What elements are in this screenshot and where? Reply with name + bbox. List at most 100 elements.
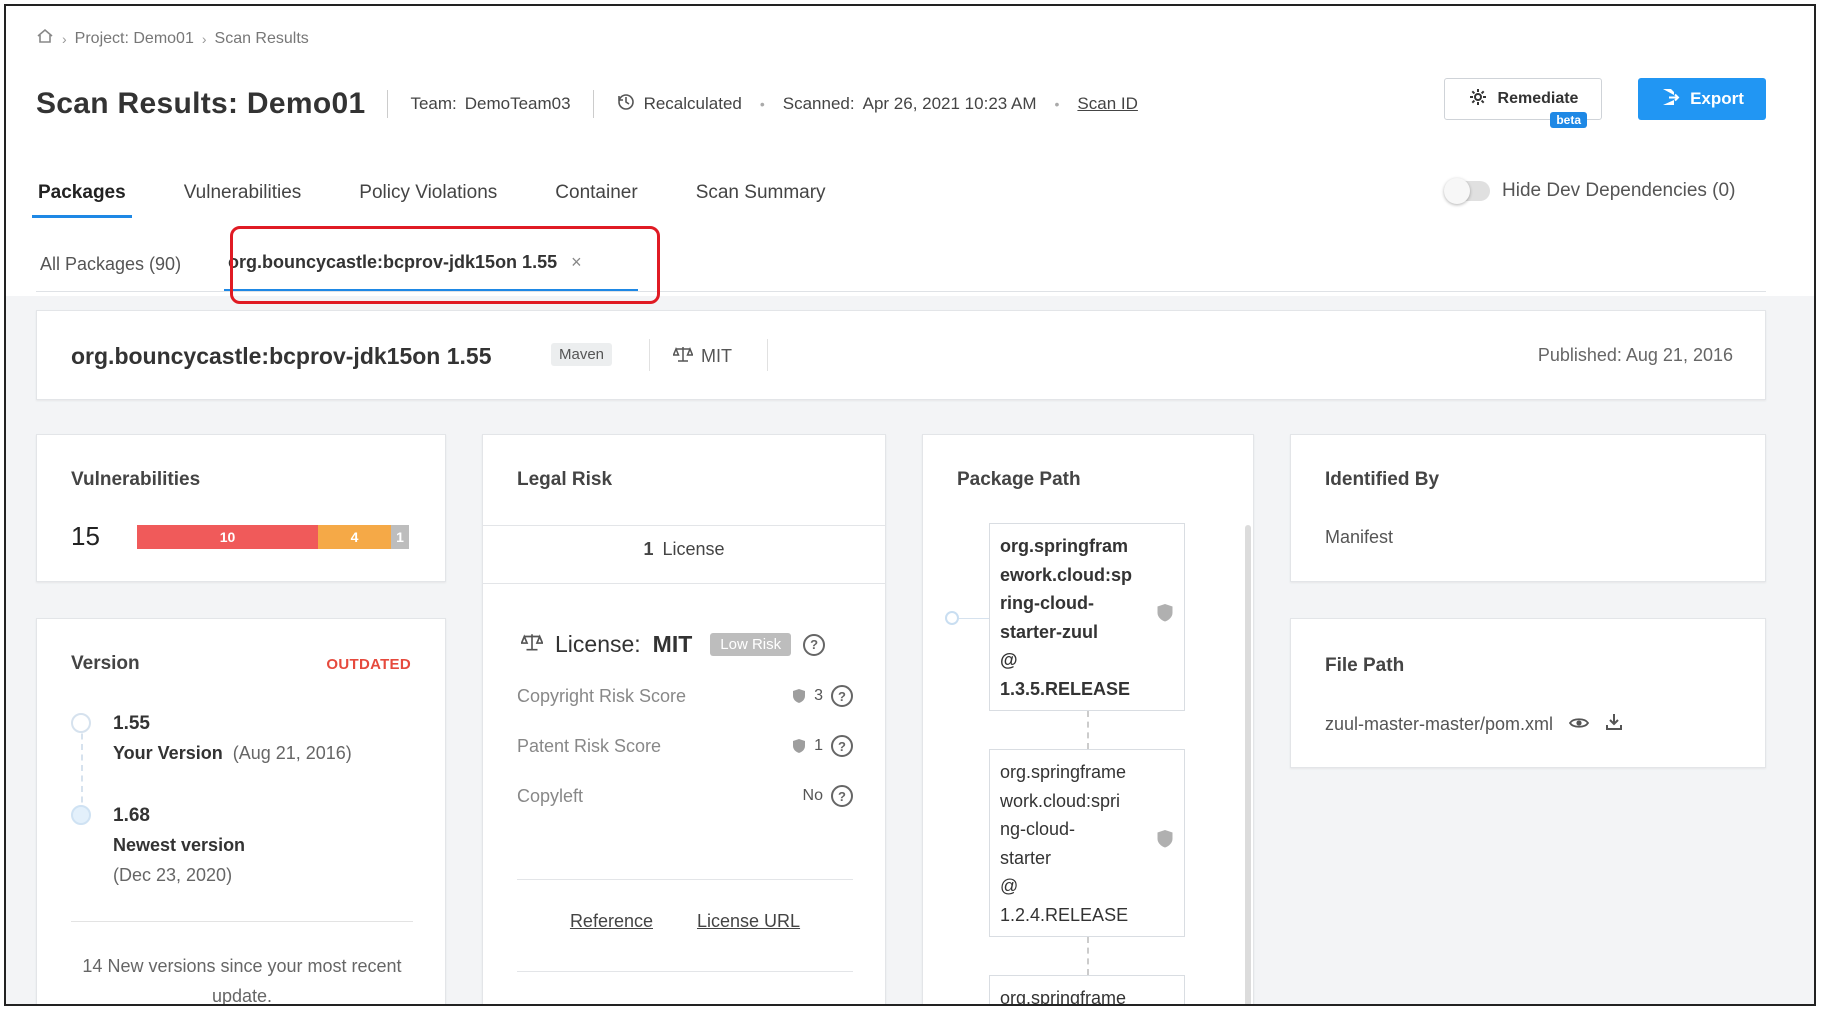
shield-icon bbox=[793, 739, 806, 753]
license-heading: License: MIT Low Risk ? bbox=[520, 631, 826, 658]
eye-icon[interactable] bbox=[1568, 714, 1590, 735]
tab-packages[interactable]: Packages bbox=[32, 174, 132, 218]
package-path-title: Package Path bbox=[957, 469, 1081, 490]
file-path-row: zuul-master-master/pom.xml bbox=[1325, 713, 1623, 736]
package-summary-card: org.bouncycastle:bcprov-jdk15on 1.55 Mav… bbox=[36, 310, 1766, 400]
export-label: Export bbox=[1690, 89, 1744, 108]
patent-risk-label: Patent Risk Score bbox=[517, 735, 662, 756]
export-icon bbox=[1660, 87, 1680, 112]
patent-risk-value-group: 1 ? bbox=[792, 735, 853, 757]
copyright-risk-row: Copyright Risk Score 3 ? bbox=[517, 685, 853, 707]
path-connector bbox=[959, 618, 989, 619]
patent-risk-row: Patent Risk Score 1 ? bbox=[517, 735, 853, 757]
breadcrumb-project[interactable]: Project: Demo01 bbox=[75, 30, 194, 48]
legal-links: Reference License URL bbox=[517, 911, 853, 932]
patent-risk-value: 1 bbox=[814, 737, 823, 754]
team-value: DemoTeam03 bbox=[464, 94, 571, 113]
breadcrumb: › Project: Demo01 › Scan Results bbox=[36, 28, 309, 49]
subtab-all-packages[interactable]: All Packages (90) bbox=[40, 254, 181, 275]
identified-by-card: Identified By Manifest bbox=[1290, 434, 1766, 582]
path-node-line: ng-cloud- bbox=[1000, 819, 1076, 839]
home-icon[interactable] bbox=[36, 28, 54, 49]
severity-high[interactable]: 10 bbox=[137, 525, 318, 549]
tab-policy-violations[interactable]: Policy Violations bbox=[357, 174, 499, 218]
help-icon[interactable]: ? bbox=[831, 685, 853, 707]
divider bbox=[483, 583, 885, 584]
divider bbox=[767, 339, 768, 371]
copyleft-row: Copyleft No ? bbox=[517, 785, 853, 807]
reference-link[interactable]: Reference bbox=[570, 911, 653, 932]
divider bbox=[649, 339, 650, 371]
license-url-link[interactable]: License URL bbox=[697, 911, 800, 932]
tab-container[interactable]: Container bbox=[553, 174, 639, 218]
recalculated-icon bbox=[616, 92, 636, 117]
path-node[interactable]: org.springframe bbox=[989, 975, 1185, 1004]
scrollbar[interactable] bbox=[1245, 525, 1251, 1004]
copyleft-value: No bbox=[802, 787, 823, 804]
published-date: Published: Aug 21, 2016 bbox=[1537, 345, 1733, 365]
path-node-line: @ bbox=[1000, 876, 1019, 896]
divider bbox=[483, 525, 885, 526]
identified-by-value: Manifest bbox=[1325, 527, 1394, 547]
newest-version-label: Newest version bbox=[113, 835, 246, 855]
remediate-label: Remediate bbox=[1497, 90, 1579, 107]
legal-risk-card: Legal Risk 1 License License: MIT Low Ris… bbox=[482, 434, 886, 1004]
path-node-line: @ bbox=[1000, 650, 1018, 670]
scale-icon bbox=[672, 345, 694, 368]
help-icon[interactable]: ? bbox=[803, 633, 826, 656]
current-version-date: (Aug 21, 2016) bbox=[232, 743, 352, 763]
toggle-knob[interactable] bbox=[1444, 178, 1470, 204]
export-button[interactable]: Export bbox=[1638, 78, 1766, 120]
tab-scan-summary[interactable]: Scan Summary bbox=[694, 174, 828, 218]
tab-vulnerabilities[interactable]: Vulnerabilities bbox=[182, 174, 304, 218]
path-connector bbox=[1087, 937, 1089, 975]
page-title: Scan Results: Demo01 bbox=[36, 87, 366, 120]
dot-separator: • bbox=[1054, 96, 1060, 112]
copyleft-label: Copyleft bbox=[517, 785, 584, 806]
divider bbox=[387, 90, 389, 118]
scan-id-link[interactable]: Scan ID bbox=[1077, 94, 1137, 114]
license-count-number: 1 bbox=[643, 539, 654, 559]
path-node-line: starter bbox=[1000, 847, 1052, 868]
breadcrumb-current: Scan Results bbox=[214, 29, 309, 47]
scanned-label: Scanned: bbox=[782, 94, 855, 113]
remediate-button[interactable]: Remediate beta bbox=[1444, 78, 1602, 128]
highlight-annotation bbox=[230, 226, 660, 304]
version-title: Version bbox=[71, 653, 140, 674]
path-root-node bbox=[945, 611, 959, 625]
title-row: Scan Results: Demo01 Team: DemoTeam03 Re… bbox=[36, 84, 1138, 124]
copyright-risk-value: 3 bbox=[814, 687, 823, 704]
severity-bar[interactable]: 10 4 1 bbox=[137, 525, 409, 549]
newest-version-marker bbox=[71, 805, 91, 825]
help-icon[interactable]: ? bbox=[831, 785, 853, 807]
gear-icon bbox=[1468, 87, 1488, 112]
help-icon[interactable]: ? bbox=[831, 735, 853, 757]
package-license-value: MIT bbox=[701, 346, 732, 366]
copyright-risk-value-group: 3 ? bbox=[792, 685, 853, 707]
severity-medium[interactable]: 4 bbox=[318, 525, 391, 549]
version-timeline-line bbox=[81, 723, 83, 813]
outdated-badge: OUTDATED bbox=[326, 656, 411, 673]
severity-low[interactable]: 1 bbox=[391, 525, 409, 549]
path-node[interactable]: org.springframe work.cloud:spri ng-cloud… bbox=[989, 749, 1185, 937]
path-node-line: org.springframe bbox=[1000, 762, 1127, 782]
package-path-card: Package Path org.springfram ework.cloud:… bbox=[922, 434, 1254, 1004]
package-type-badge: Maven bbox=[551, 343, 613, 366]
legal-risk-title: Legal Risk bbox=[517, 469, 613, 490]
identified-by-title: Identified By bbox=[1325, 469, 1440, 490]
current-version-marker bbox=[71, 713, 91, 733]
divider bbox=[517, 971, 853, 972]
file-path-title: File Path bbox=[1325, 655, 1405, 676]
new-versions-note: 14 New versions since your most recent u… bbox=[82, 956, 402, 1006]
hide-dev-toggle[interactable] bbox=[1444, 178, 1490, 204]
path-node[interactable]: org.springfram ework.cloud:sp ring-cloud… bbox=[989, 523, 1185, 711]
divider bbox=[592, 90, 594, 118]
divider bbox=[71, 921, 413, 922]
vulnerability-total: 15 bbox=[71, 521, 100, 551]
path-node-line: ework.cloud:sp bbox=[1000, 564, 1133, 585]
path-node-line: org.springfram bbox=[1000, 536, 1129, 556]
newest-version: 1.68 bbox=[113, 805, 150, 826]
download-icon[interactable] bbox=[1605, 713, 1623, 736]
app-window: › Project: Demo01 › Scan Results Scan Re… bbox=[4, 4, 1816, 1006]
path-node-line: 1.2.4.RELEASE bbox=[1000, 904, 1129, 925]
